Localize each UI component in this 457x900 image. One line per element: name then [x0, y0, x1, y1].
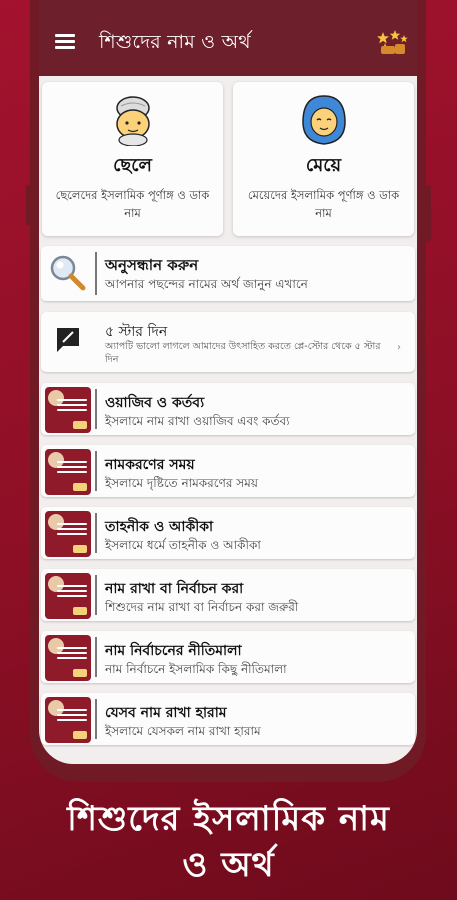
article-row[interactable]: নাম নির্বাচনের নীতিমালা নাম নির্বাচনে ইসল…: [41, 631, 415, 683]
row-divider: [95, 389, 97, 429]
star-rating-icon[interactable]: [375, 30, 409, 56]
article-row[interactable]: যেসব নাম রাখা হারাম ইসলামে যেসকল নাম রাখা…: [41, 693, 415, 745]
row-divider: [95, 575, 97, 615]
promo-title: শিশুদের ইসলামিক নাম ও অর্থ: [0, 796, 457, 888]
article-row[interactable]: তাহনীক ও আকীকা ইসলামে ধর্মে তাহনীক ও আকীক…: [41, 507, 415, 559]
menu-icon[interactable]: [55, 34, 75, 49]
search-subtitle: আপনার পছন্দের নামের অর্থ জানুন এখানে: [105, 277, 308, 291]
article-row[interactable]: ওয়াজিব ও কর্তব্য ইসলামে নাম রাখা ওয়াজিব…: [41, 383, 415, 435]
row-divider: [95, 451, 97, 491]
article-thumb-icon: [45, 697, 91, 743]
chevron-right-icon: ›: [397, 342, 401, 353]
row-divider: [95, 637, 97, 677]
boy-names-card[interactable]: ছেলে ছেলেদের ইসলামিক পূর্ণাঙ্গ ও ডাক নাম: [42, 82, 223, 236]
girl-names-card[interactable]: মেয়ে মেয়েদের ইসলামিক পূর্ণাঙ্গ ও ডাক ন…: [233, 82, 414, 236]
article-subtitle: ইসলামে নাম রাখা ওয়াজিব এবং কর্তব্য: [105, 414, 290, 428]
rate-subtitle: অ্যাপটি ভালো লাগলে আমাদের উৎসাহিত করতে প…: [105, 341, 381, 365]
search-row[interactable]: অনুসন্ধান করুন আপনার পছন্দের নামের অর্থ …: [41, 246, 415, 301]
row-divider: [95, 513, 97, 553]
article-title: নামকরণের সময়: [105, 457, 195, 473]
article-thumb-icon: [45, 573, 91, 619]
article-row[interactable]: নাম রাখা বা নির্বাচন করা শিশুদের নাম রাখা…: [41, 569, 415, 621]
article-title: ওয়াজিব ও কর্তব্য: [105, 395, 205, 411]
article-title: নাম রাখা বা নির্বাচন করা: [105, 581, 244, 597]
app-title: শিশুদের নাম ও অর্থ: [99, 31, 251, 53]
article-row[interactable]: নামকরণের সময় ইসলামে দৃষ্টিতে নামকরণের সম…: [41, 445, 415, 497]
boy-card-title: ছেলে: [113, 155, 152, 176]
row-divider: [95, 699, 97, 739]
boy-face-icon: [115, 96, 150, 146]
promo-title-line2: ও অর্থ: [182, 845, 275, 885]
article-subtitle: শিশুদের নাম রাখা বা নির্বাচন করা জরুরী: [105, 600, 299, 614]
row-divider: [95, 252, 97, 295]
girl-card-desc: মেয়েদের ইসলামিক পূর্ণাঙ্গ ও ডাক নাম: [247, 188, 400, 220]
article-subtitle: ইসলামে ধর্মে তাহনীক ও আকীকা: [105, 538, 261, 552]
rate-row[interactable]: ৫ স্টার দিন অ্যাপটি ভালো লাগলে আমাদের উৎ…: [41, 312, 415, 372]
app-bar: শিশুদের নাম ও অর্থ: [39, 0, 417, 76]
feedback-icon: [57, 328, 79, 352]
article-thumb-icon: [45, 449, 91, 495]
girl-card-title: মেয়ে: [305, 155, 342, 176]
article-title: তাহনীক ও আকীকা: [105, 519, 214, 535]
article-subtitle: ইসলামে যেসকল নাম রাখা হারাম: [105, 724, 261, 738]
article-title: নাম নির্বাচনের নীতিমালা: [105, 643, 242, 659]
article-subtitle: ইসলামে দৃষ্টিতে নামকরণের সময়: [105, 476, 258, 490]
boy-card-desc: ছেলেদের ইসলামিক পূর্ণাঙ্গ ও ডাক নাম: [55, 188, 210, 220]
girl-face-icon: [301, 95, 346, 145]
article-thumb-icon: [45, 387, 91, 433]
app-screen: শিশুদের নাম ও অর্থ ছেলে ছেলেদের ইসলামিক …: [39, 0, 417, 764]
article-title: যেসব নাম রাখা হারাম: [105, 705, 227, 721]
article-thumb-icon: [45, 635, 91, 681]
search-icon: [50, 255, 86, 291]
promo-title-line1: শিশুদের ইসলামিক নাম: [67, 799, 390, 839]
article-subtitle: নাম নির্বাচনে ইসলামিক কিছু নীতিমালা: [105, 662, 287, 676]
article-thumb-icon: [45, 511, 91, 557]
